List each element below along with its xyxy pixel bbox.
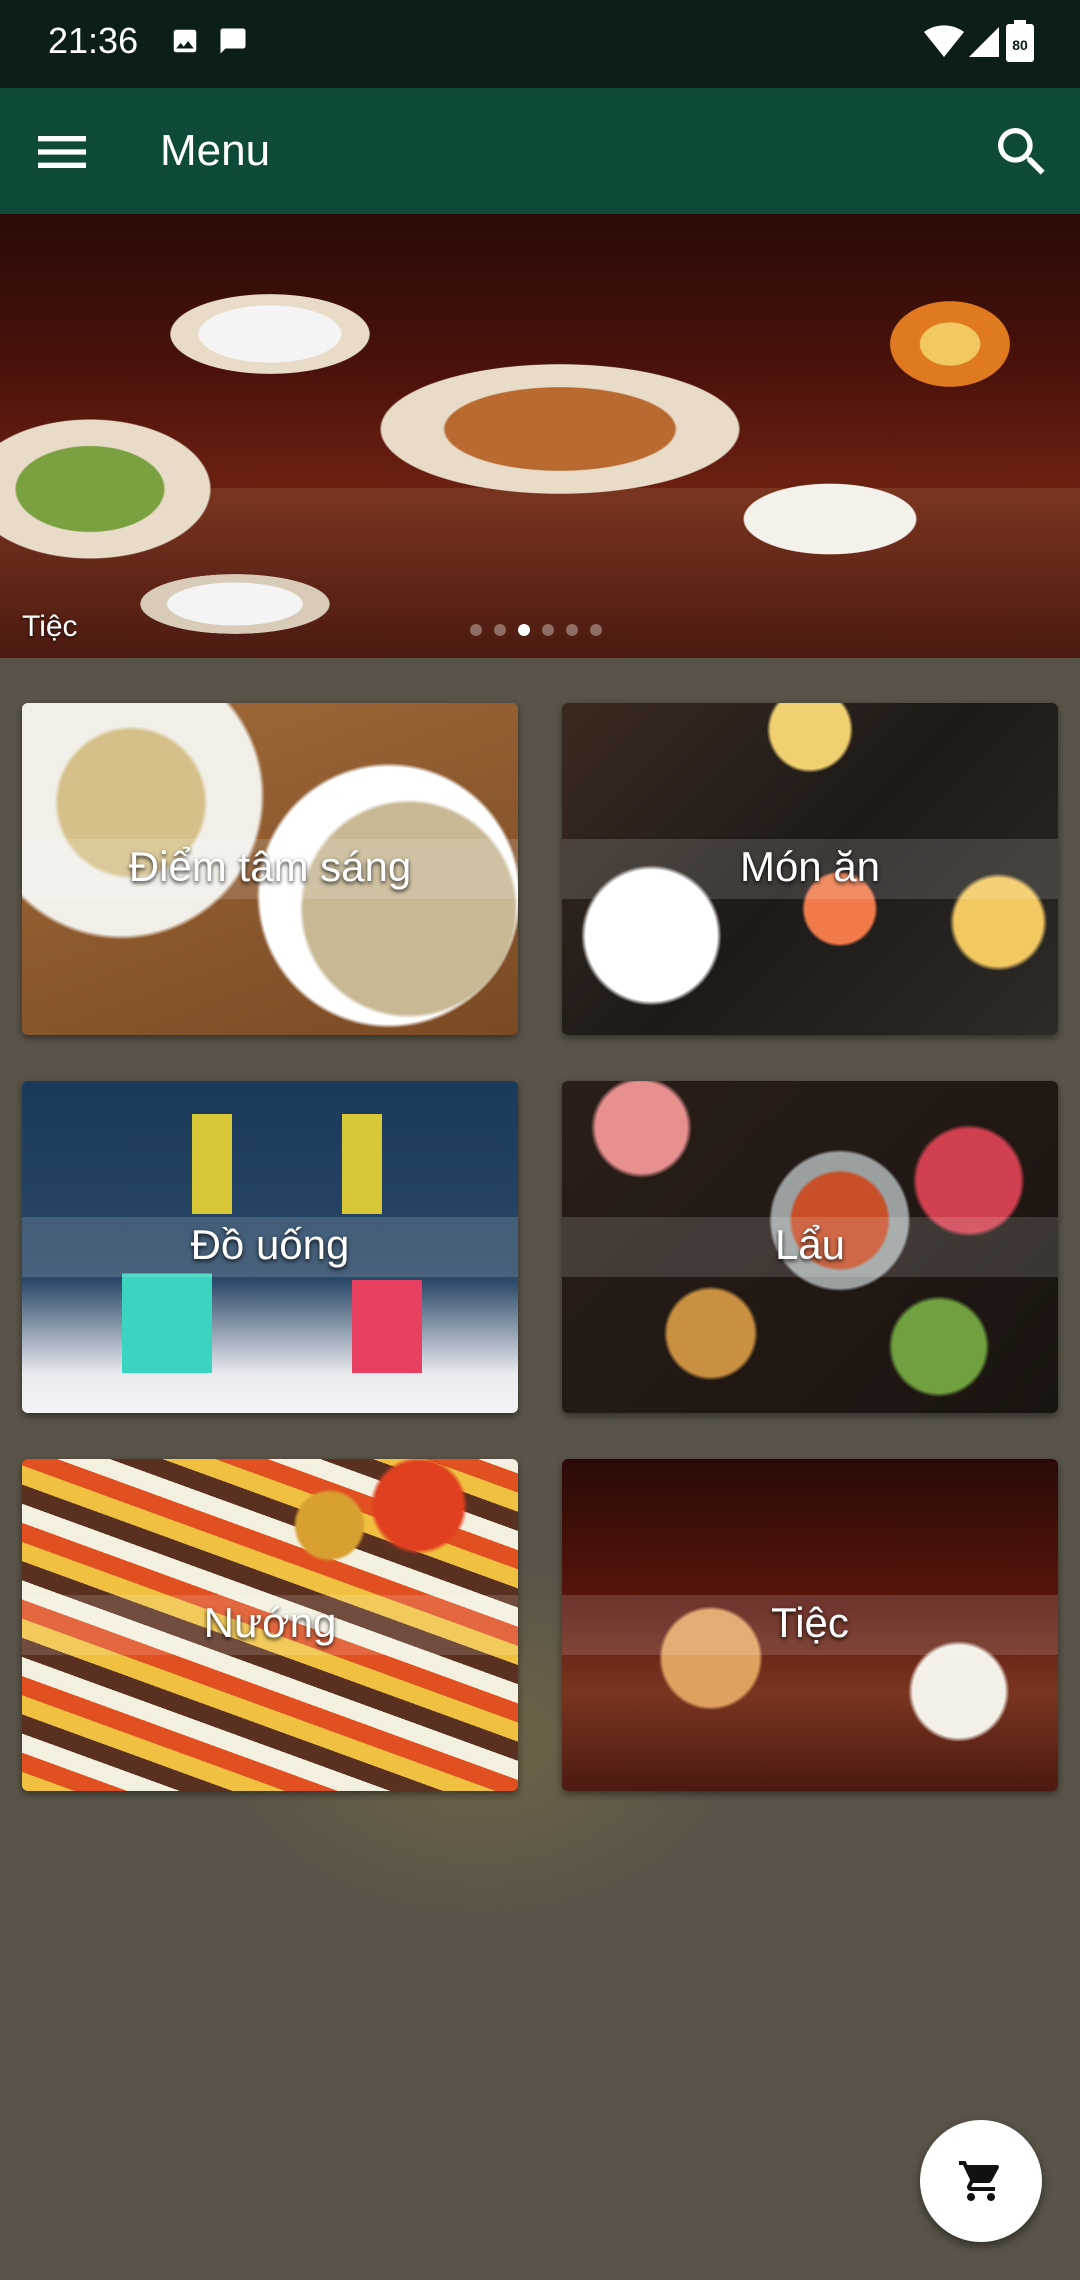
cellular-signal-icon bbox=[966, 24, 1002, 65]
category-label: Nướng bbox=[203, 1599, 337, 1646]
category-label: Điểm tâm sáng bbox=[128, 843, 412, 890]
battery-level: 80 bbox=[1012, 37, 1028, 53]
message-notification-icon bbox=[218, 26, 248, 61]
category-card-breakfast[interactable]: Điểm tâm sáng bbox=[22, 703, 518, 1035]
category-label: Lẩu bbox=[774, 1221, 846, 1268]
carousel-dot-active[interactable] bbox=[518, 624, 530, 636]
category-label: Món ăn bbox=[739, 843, 881, 890]
category-card-drinks[interactable]: Đồ uống bbox=[22, 1081, 518, 1413]
category-card-party[interactable]: Tiệc bbox=[562, 1459, 1058, 1791]
search-icon[interactable] bbox=[990, 120, 1054, 184]
hamburger-menu-icon[interactable] bbox=[30, 120, 94, 184]
category-card-dishes[interactable]: Món ăn bbox=[562, 703, 1058, 1035]
carousel-dot[interactable] bbox=[542, 624, 554, 636]
banner-carousel[interactable]: Tiệc bbox=[0, 214, 1080, 658]
carousel-dot[interactable] bbox=[566, 624, 578, 636]
banner-image bbox=[0, 214, 1080, 658]
category-card-hotpot[interactable]: Lẩu bbox=[562, 1081, 1058, 1413]
status-time: 21:36 bbox=[48, 20, 139, 61]
carousel-dot[interactable] bbox=[494, 624, 506, 636]
category-label: Đồ uống bbox=[190, 1221, 350, 1268]
shopping-cart-icon bbox=[959, 2161, 1000, 2201]
banner-caption: Tiệc bbox=[22, 610, 78, 643]
app-bar: Menu bbox=[0, 88, 1080, 214]
battery-icon: 80 bbox=[1004, 20, 1036, 69]
wifi-icon bbox=[924, 24, 964, 65]
page-title: Menu bbox=[160, 126, 271, 175]
category-label: Tiệc bbox=[771, 1599, 849, 1646]
category-card-grill[interactable]: Nướng bbox=[22, 1459, 518, 1791]
status-bar: 21:36 80 bbox=[0, 0, 1080, 88]
image-notification-icon bbox=[170, 26, 200, 61]
carousel-dot[interactable] bbox=[470, 624, 482, 636]
carousel-dot[interactable] bbox=[590, 624, 602, 636]
cart-button[interactable] bbox=[920, 2120, 1042, 2242]
